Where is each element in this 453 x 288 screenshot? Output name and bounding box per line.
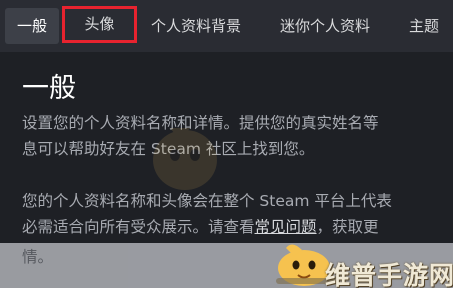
tab-theme[interactable]: 主题: [400, 8, 448, 44]
profile-settings-window: 一般 头像 个人资料背景 迷你个人资料 主题 一般 设置您的个人资料名称和详情。…: [0, 0, 453, 288]
tab-avatar[interactable]: 头像: [62, 6, 137, 43]
tab-mini-profile[interactable]: 迷你个人资料: [270, 8, 380, 44]
settings-tab-bar: 一般 头像 个人资料背景 迷你个人资料 主题: [0, 0, 453, 52]
watermark-logo-text: 维普手游网: [325, 261, 453, 288]
tab-profile-background[interactable]: 个人资料背景: [142, 8, 250, 44]
section-title: 一般: [22, 73, 76, 104]
notice-line-3: 情。: [22, 248, 54, 266]
notice-line-2-start: 必需适合向所有受众展示。请查看: [22, 218, 255, 236]
notice-line-2: 必需适合向所有受众展示。请查看常见问题，获取更: [22, 214, 453, 240]
watermark-mascot-faint-icon: [153, 128, 217, 190]
notice-line-2-end: ，获取更: [316, 218, 379, 236]
intro-line-1: 设置您的个人资料名称和详情。提供您的真实姓名等: [22, 114, 379, 132]
intro-line-2: 息可以帮助好友在 Steam 社区上找到您。: [22, 140, 315, 158]
intro-text: 设置您的个人资料名称和详情。提供您的真实姓名等 息可以帮助好友在 Steam 社…: [22, 110, 453, 162]
faq-link[interactable]: 常见问题: [255, 218, 317, 236]
notice-text: 您的个人资料名称和头像会在整个 Steam 平台上代表 必需适合向所有受众展示。…: [22, 188, 453, 240]
tab-general[interactable]: 一般: [5, 8, 59, 44]
notice-line-1: 您的个人资料名称和头像会在整个 Steam 平台上代表: [22, 192, 392, 210]
